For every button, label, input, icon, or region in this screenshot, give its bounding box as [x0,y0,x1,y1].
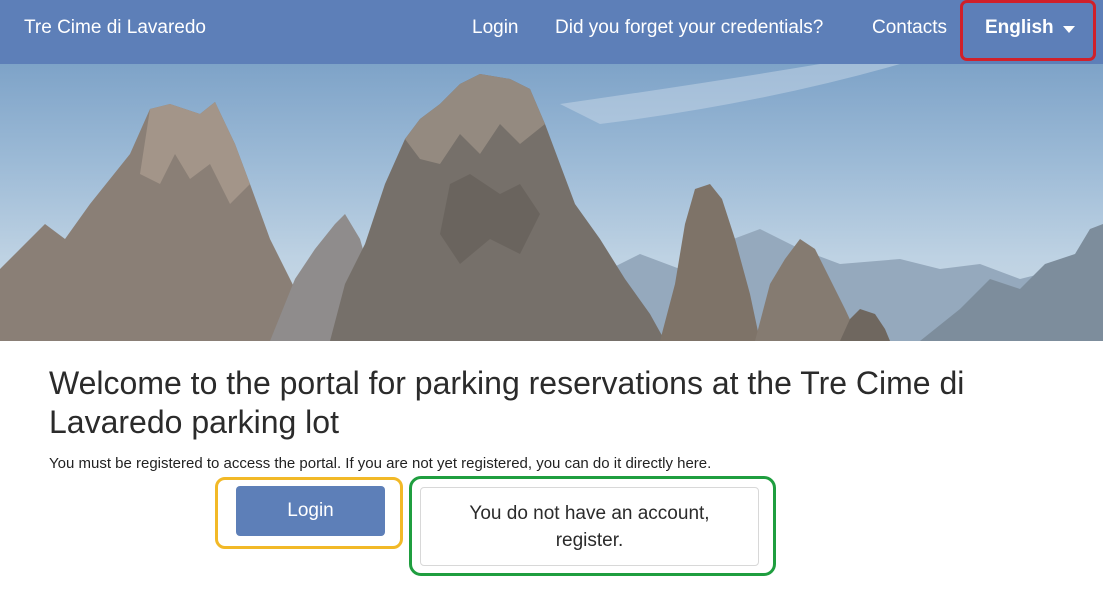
hero-mountain-image [0,64,1103,341]
mountain-illustration [0,64,1103,341]
registration-info-text: You must be registered to access the por… [49,455,712,472]
caret-down-icon[interactable] [1063,26,1075,33]
nav-forgot-credentials-link[interactable]: Did you forget your credentials? [555,17,823,39]
nav-login-link[interactable]: Login [472,17,519,39]
login-button[interactable]: Login [236,486,385,536]
register-button[interactable]: You do not have an account, register. [420,487,759,566]
top-navbar: Tre Cime di Lavaredo Login Did you forge… [0,0,1103,64]
brand-link[interactable]: Tre Cime di Lavaredo [24,17,206,39]
page-title: Welcome to the portal for parking reserv… [49,365,965,440]
nav-contacts-link[interactable]: Contacts [872,17,947,39]
language-dropdown[interactable]: English [985,17,1054,39]
